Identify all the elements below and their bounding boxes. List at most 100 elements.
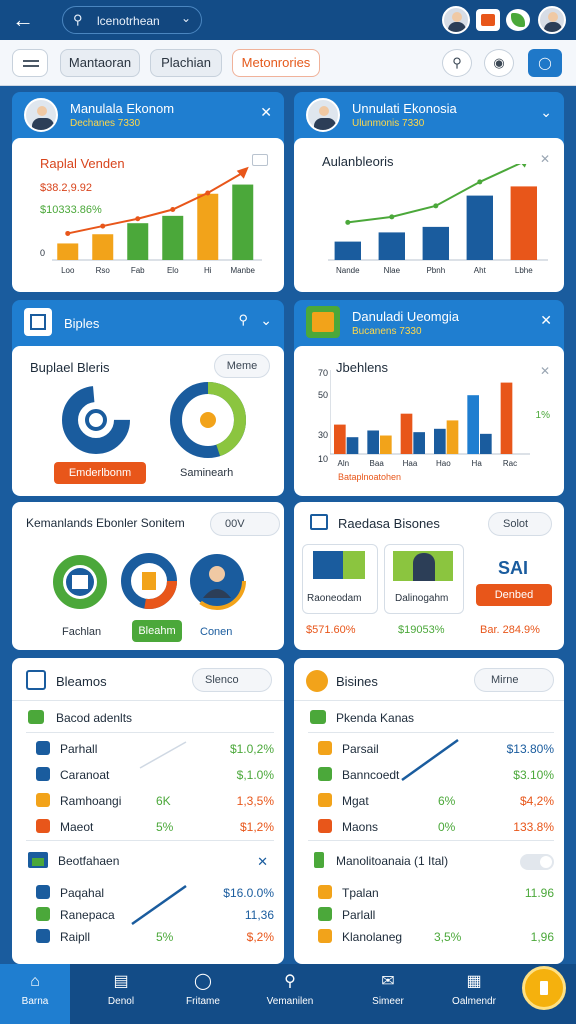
x-tick-label: Manbe (231, 266, 256, 275)
nav-messages[interactable]: ✉ Simeer (350, 964, 426, 1024)
heart-icon (306, 670, 328, 692)
list-row[interactable]: Klanolaneg 3,5% 1,96 (308, 926, 554, 948)
bar-series-2 (480, 433, 492, 454)
close-icon[interactable]: ✕ (260, 104, 272, 121)
close-icon[interactable]: ✕ (540, 364, 550, 378)
donut-label: Conen (200, 626, 233, 638)
filter-pill[interactable]: Mirne (474, 668, 554, 692)
search-input[interactable]: ⚲ lcenotrhean ⌄ (62, 6, 202, 34)
bar-series-2 (413, 432, 425, 454)
globe-button[interactable]: ◉ (484, 49, 514, 77)
top-app-bar: ← ⚲ lcenotrhean ⌄ (0, 0, 576, 40)
settings-button[interactable]: ◯ (528, 49, 562, 77)
section-title: Pkenda Kanas (336, 711, 415, 725)
bar (92, 234, 114, 260)
close-icon[interactable]: ✕ (540, 312, 552, 329)
arrow-head (236, 166, 249, 179)
panel-title: Raedasa Bisones (338, 516, 440, 531)
battery-icon (314, 852, 324, 868)
y-tick: 50 (318, 390, 329, 400)
list-row[interactable]: Maeot 5% $1,2% (26, 816, 274, 838)
check-icon (310, 710, 326, 724)
list-row[interactable]: Parhall $1.0,2% (26, 738, 274, 760)
row-label: Banncoedt (342, 768, 400, 782)
nav-finance[interactable]: ◯ Fritame (168, 964, 238, 1024)
value-label: Bar. 284.9% (480, 624, 540, 636)
profile-card[interactable]: Dalinogahm (384, 544, 464, 614)
notification-icon[interactable] (476, 9, 500, 31)
row-label: Mgat (342, 794, 369, 808)
x-tick-label: Baa (370, 459, 385, 468)
y-tick: 70 (318, 368, 329, 378)
list-row[interactable]: Mgat 6% $4,2% (308, 790, 554, 812)
promo-button[interactable]: Denbed (476, 584, 552, 606)
floating-action-button[interactable] (522, 966, 566, 1010)
nav-home[interactable]: ⌂ Barna (0, 964, 70, 1024)
chart-card: Jbehlens ✕ 70 50 30 10 1% Aln Baa Haa Hao Ha… (294, 346, 564, 496)
row-value-2: $,1.0% (236, 768, 274, 782)
list-row[interactable]: Parsail $13.80% (308, 738, 554, 760)
row-icon (318, 819, 332, 833)
bar (162, 215, 184, 260)
x-tick-label: Nande (336, 266, 360, 275)
search-icon[interactable]: ⚲ (238, 312, 248, 328)
back-arrow-icon[interactable]: ← (12, 8, 38, 32)
x-tick-label: Loo (61, 266, 75, 275)
list-row[interactable]: Caranoat $,1.0% (26, 764, 274, 786)
user-avatar[interactable] (442, 6, 470, 34)
x-tick-label: Pbnh (426, 266, 445, 275)
list-row[interactable]: Tpalan 11.96 (308, 882, 554, 904)
bar-series-2 (380, 435, 392, 454)
list-row[interactable]: Maons 0% 133.8% (308, 816, 554, 838)
search-button[interactable]: ⚲ (442, 49, 472, 77)
list-row[interactable]: Ranepaca 11,36 (26, 904, 274, 926)
leaf-icon[interactable] (506, 9, 530, 31)
row-value-1: 0% (438, 820, 456, 834)
bar-line-chart-1: Loo Rso Fab Elo Hi Manbe (52, 166, 262, 275)
bar (422, 226, 449, 260)
donut-label: Fachlan (62, 626, 102, 638)
chip-plachian[interactable]: Plachian (150, 49, 222, 77)
bar-series-1 (434, 428, 446, 454)
filter-pill[interactable]: Meme (214, 354, 270, 378)
list-row[interactable]: Paqahal $16.0.0% (26, 882, 274, 904)
select-pill[interactable]: Solot (488, 512, 552, 536)
list-row[interactable]: Parlall (308, 904, 554, 926)
filter-pill[interactable]: Slenco (192, 668, 272, 692)
list-row[interactable]: Banncoedt $3.10% (308, 764, 554, 786)
document-icon: ▤ (113, 973, 129, 990)
row-value-1: 3,5% (434, 930, 462, 944)
row-label: Maons (342, 820, 379, 834)
panel-subtitle: Bucanens 7330 (352, 326, 422, 337)
person-avatar (306, 98, 340, 132)
chevron-down-icon[interactable]: ⌄ (540, 104, 552, 121)
row-icon (36, 767, 50, 781)
row-icon (318, 793, 332, 807)
toggle-switch[interactable] (520, 854, 554, 870)
chart-card: Aulanbleoris ✕ Nande Nlae Pbnh Aht Lbhe (294, 138, 564, 292)
donut-label-button[interactable]: Bleahm (132, 620, 182, 642)
clipboard-icon (540, 981, 548, 995)
nav-search[interactable]: ⚲ Vemanilen (252, 964, 328, 1024)
action-button[interactable]: Emderlbonm (54, 462, 146, 484)
row-icon (36, 929, 50, 943)
nav-calendar[interactable]: ▦ Oalmendr (436, 964, 512, 1024)
chip-metonrories[interactable]: Metonrories (232, 49, 320, 77)
chip-mantaoran[interactable]: Mantaoran (60, 49, 140, 77)
bar (510, 186, 537, 260)
profile-card[interactable]: Raoneodam (302, 544, 378, 614)
row-icon (318, 767, 332, 781)
row-value-2: $4,2% (519, 794, 554, 808)
chevron-down-icon[interactable]: ⌄ (260, 312, 272, 329)
list-row[interactable]: Raipll 5% $,2% (26, 926, 274, 948)
nav-documents[interactable]: ▤ Denol (86, 964, 156, 1024)
building-icon (24, 308, 52, 336)
close-icon[interactable]: ✕ (257, 854, 268, 870)
list-row[interactable]: Ramhoangi 6K 1,3,5% (26, 790, 274, 812)
menu-button[interactable] (12, 49, 48, 77)
bar (57, 243, 79, 260)
select-pill[interactable]: 00V (210, 512, 280, 536)
row-value-2: 1,3,5% (236, 794, 274, 808)
panel-title: Danuladi Ueomgia (352, 309, 459, 324)
profile-avatar[interactable] (538, 6, 566, 34)
